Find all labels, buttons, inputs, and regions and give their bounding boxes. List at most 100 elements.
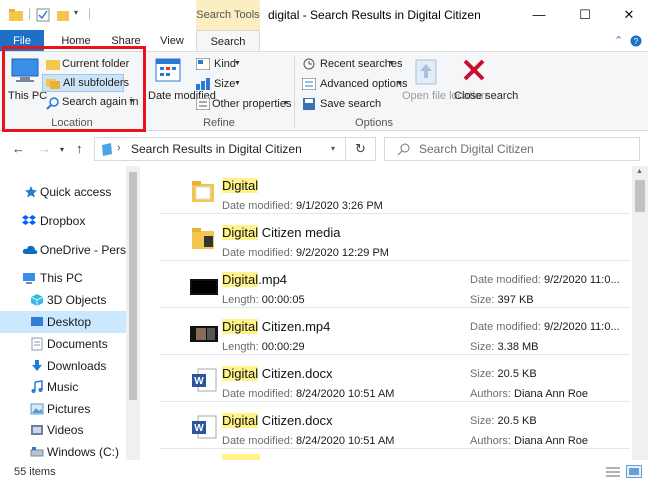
nav-item-documents[interactable]: Documents: [0, 333, 126, 355]
group-label-refine: Refine: [203, 117, 235, 129]
up-arrow-icon[interactable]: ↑: [76, 141, 83, 156]
nav-item-videos[interactable]: Videos: [0, 419, 126, 441]
meta-value: 9/1/2020 3:26 PM: [296, 200, 383, 212]
open-file-location-button[interactable]: Open file location: [402, 56, 487, 114]
advanced-options-label: Advanced options: [320, 78, 408, 90]
list-item[interactable]: Digital Citizen.mp4 Length: 00:00:29 Dat…: [160, 309, 630, 355]
folder-icon[interactable]: [8, 8, 24, 22]
item-name: Digital Citizen media: [222, 225, 341, 240]
chevron-down-icon[interactable]: ▾: [331, 144, 335, 153]
customize-toolbar-icon[interactable]: ▾: [74, 8, 78, 17]
tab-view[interactable]: View: [154, 30, 190, 52]
dropdown-arrow-icon: ▼: [234, 60, 241, 67]
nav-item-3d-objects[interactable]: 3D Objects: [0, 289, 126, 311]
item-size: Size: 20.5 KB: [470, 368, 537, 380]
size-label: Size: [214, 78, 236, 90]
meta-value: 397 KB: [497, 294, 534, 306]
match-highlight: Digital: [222, 413, 259, 428]
list-item[interactable]: W Digital Citizen.docx Date modified: 8/…: [160, 356, 630, 402]
list-item[interactable]: Digital Date modified: 9/1/2020 3:26 PM: [160, 168, 630, 214]
group-label-options: Options: [355, 117, 393, 129]
nav-item-onedrive[interactable]: OneDrive - Person: [0, 239, 126, 261]
maximize-button[interactable]: ☐: [570, 4, 600, 26]
word-document-icon: W: [192, 415, 217, 439]
nav-item-label: Videos: [47, 423, 84, 437]
nav-item-dropbox[interactable]: Dropbox: [0, 210, 126, 232]
list-item[interactable]: Digital Citizen media Date modified: 9/2…: [160, 215, 630, 261]
search-input[interactable]: Search Digital Citizen: [384, 137, 640, 161]
nav-item-this-pc[interactable]: This PC: [0, 267, 126, 289]
search-tools-context-tab: Search Tools: [196, 0, 260, 30]
nav-item-quick-access[interactable]: Quick access: [0, 181, 126, 203]
match-highlight: Digital: [222, 366, 259, 381]
desktop-icon: [31, 317, 43, 326]
tab-search[interactable]: Search: [196, 30, 260, 52]
address-box[interactable]: › Search Results in Digital Citizen ▾: [94, 137, 346, 161]
meta-value: 8/24/2020 10:51 AM: [296, 388, 395, 400]
refresh-button[interactable]: ↻: [346, 137, 376, 161]
large-icons-view-icon[interactable]: [626, 465, 642, 478]
item-meta: Date modified: 9/2/2020 12:29 PM: [222, 247, 389, 259]
list-item[interactable]: W Digital Citizen.docx Date modified: 8/…: [160, 403, 630, 449]
nav-item-label: Desktop: [47, 315, 92, 329]
nav-scrollbar[interactable]: [126, 166, 140, 460]
nav-item-desktop[interactable]: Desktop: [0, 311, 126, 333]
window-title: digital - Search Results in Digital Citi…: [268, 8, 481, 22]
advanced-options-icon: [302, 78, 316, 90]
history-icon: [303, 58, 315, 70]
video-file-icon: [190, 279, 218, 295]
new-folder-icon[interactable]: [56, 8, 70, 22]
list-item[interactable]: Digital.mp4 Length: 00:00:05 Date modifi…: [160, 262, 630, 308]
open-file-location-label: Open file location: [402, 90, 487, 102]
recent-locations-icon[interactable]: ▾: [60, 145, 64, 154]
meta-label: Length:: [222, 294, 259, 306]
nav-item-downloads[interactable]: Downloads: [0, 355, 126, 377]
meta-label: Date modified:: [470, 274, 541, 286]
collapse-ribbon-icon[interactable]: ⌃: [614, 34, 623, 47]
close-search-button[interactable]: Close search: [454, 56, 518, 114]
forward-arrow-icon[interactable]: →: [38, 141, 51, 156]
nav-item-label: Downloads: [47, 359, 107, 373]
item-meta: Length: 00:00:29: [222, 341, 305, 353]
properties-icon[interactable]: [36, 8, 50, 22]
other-properties-label: Other properties: [212, 98, 292, 110]
meta-value: 20.5 KB: [497, 415, 537, 427]
kind-label: Kind: [214, 58, 237, 70]
meta-label: Date modified:: [222, 435, 293, 447]
meta-label: Authors:: [470, 388, 511, 400]
item-authors: Authors: Diana Ann Roe: [470, 435, 588, 447]
pictures-icon: [30, 403, 44, 415]
item-meta: Date modified: 8/24/2020 10:51 AM: [222, 435, 394, 447]
results-scrollbar-thumb[interactable]: [635, 180, 645, 212]
svg-text:?: ?: [634, 37, 639, 46]
item-meta: Date modified: 9/1/2020 3:26 PM: [222, 200, 383, 212]
scroll-up-icon[interactable]: ▲: [636, 168, 643, 175]
nav-item-label: Pictures: [47, 402, 91, 416]
nav-item-label: Music: [47, 380, 79, 394]
meta-value: 9/2/2020 11:0...: [544, 274, 620, 286]
nav-item-pictures[interactable]: Pictures: [0, 398, 126, 420]
meta-value: 00:00:05: [261, 294, 305, 306]
help-icon[interactable]: ?: [630, 35, 642, 47]
media-folder-icon: [192, 228, 214, 249]
back-arrow-icon[interactable]: ←: [12, 141, 25, 156]
item-name-rest: Citizen media: [258, 225, 341, 240]
nav-scrollbar-thumb[interactable]: [129, 172, 137, 400]
results-scrollbar[interactable]: ▲: [632, 166, 648, 460]
dropdown-arrow-icon: ▼: [282, 100, 289, 107]
close-button[interactable]: ✕: [614, 4, 644, 26]
dropdown-arrow-icon: ▼: [396, 80, 403, 87]
address-bar-row: ← → ▾ ↑ › Search Results in Digital Citi…: [0, 132, 648, 166]
item-name-rest: .mp4: [258, 272, 288, 287]
item-date-modified: Date modified: 9/2/2020 11:0...: [470, 321, 620, 333]
date-modified-button[interactable]: Date modified: [148, 56, 216, 114]
details-view-icon[interactable]: [606, 466, 620, 478]
meta-label: Length:: [222, 341, 259, 353]
search-placeholder: Search Digital Citizen: [419, 142, 534, 156]
nav-item-label: Quick access: [40, 185, 112, 199]
nav-item-music[interactable]: Music: [0, 376, 126, 398]
minimize-button[interactable]: —: [524, 4, 554, 26]
item-name: Digital Citizen.mp4: [222, 319, 330, 334]
save-search-label: Save search: [320, 98, 382, 110]
search-results-icon: [102, 143, 112, 156]
